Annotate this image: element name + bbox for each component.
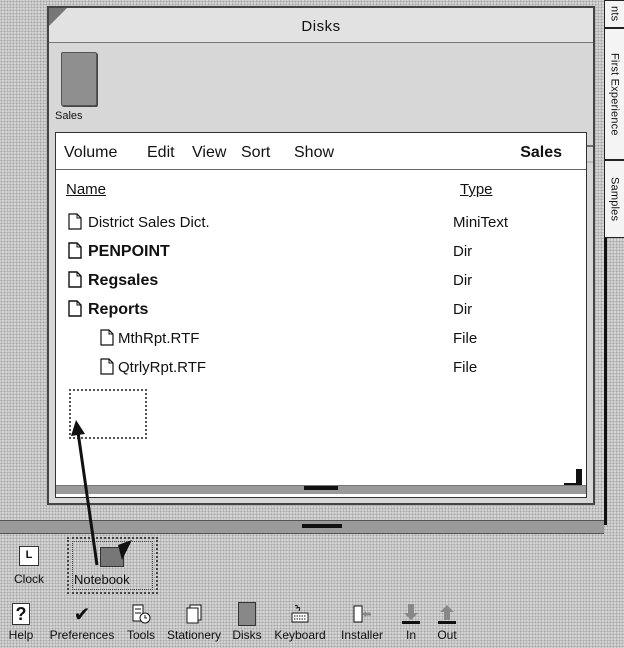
list-item[interactable]: Reports Dir xyxy=(56,298,586,328)
installer-button[interactable]: Installer xyxy=(334,600,390,642)
preferences-button[interactable]: ✔ Preferences xyxy=(44,600,120,643)
tools-label: Tools xyxy=(126,628,155,642)
disk-contents-view: Volume Edit View Sort Show Sales Name Ty… xyxy=(55,132,587,498)
column-header-type[interactable]: Type xyxy=(460,181,493,198)
disk-icon xyxy=(238,602,256,626)
tab-samples[interactable]: Samples xyxy=(604,160,624,238)
menu-sort[interactable]: Sort xyxy=(241,144,270,162)
column-header-name[interactable]: Name xyxy=(66,181,106,198)
notebook-edge xyxy=(604,238,607,525)
notebook-tabs: nts First Experience Samples xyxy=(604,0,624,520)
row-name: QtrlyRpt.RTF xyxy=(118,359,207,376)
row-type: Dir xyxy=(453,272,473,289)
out-box-icon xyxy=(438,605,456,624)
row-name: District Sales Dict. xyxy=(88,214,210,231)
row-name: Regsales xyxy=(88,272,159,289)
row-name: PENPOINT xyxy=(88,243,170,260)
row-type: File xyxy=(453,330,478,347)
tab-first-experience-label: First Experience xyxy=(608,52,621,136)
divider-handle[interactable] xyxy=(302,524,342,528)
row-type: Dir xyxy=(453,301,473,318)
stationery-button[interactable]: Stationery xyxy=(162,600,226,642)
keyboard-icon xyxy=(291,604,309,623)
clock-label: Clock xyxy=(14,572,45,586)
tools-icon xyxy=(132,604,151,624)
clock-icon[interactable]: L xyxy=(19,546,39,566)
tab-samples-label: Samples xyxy=(608,176,621,222)
notebook-label: Notebook xyxy=(74,572,130,587)
folder-document-icon xyxy=(68,242,82,259)
installer-label: Installer xyxy=(340,628,384,642)
out-box-label: Out xyxy=(437,628,457,642)
drop-target-box xyxy=(69,389,147,439)
tab-contents[interactable]: nts xyxy=(604,0,624,28)
sales-volume-label: Sales xyxy=(55,110,83,122)
tab-contents-label: nts xyxy=(608,6,621,22)
keyboard-label: Keyboard xyxy=(274,628,326,642)
in-box-icon xyxy=(402,604,420,624)
document-icon xyxy=(100,358,114,375)
menu-edit[interactable]: Edit xyxy=(147,144,175,162)
keyboard-button[interactable]: Keyboard xyxy=(268,600,332,642)
in-box-button[interactable]: In xyxy=(394,600,428,642)
row-type: MiniText xyxy=(453,214,509,231)
menu-bar: Volume Edit View Sort Show Sales xyxy=(56,133,586,170)
list-item[interactable]: PENPOINT Dir xyxy=(56,240,586,270)
preferences-label: Preferences xyxy=(49,628,115,642)
help-button[interactable]: ? Help xyxy=(2,600,40,642)
disks-window: Disks Sales Volume Edit View Sort Show S… xyxy=(47,6,595,505)
out-box-button[interactable]: Out xyxy=(430,600,464,642)
title-bar[interactable]: Disks xyxy=(49,8,593,43)
folder-document-icon xyxy=(68,300,82,317)
bookshelf-bar: ? Help ✔ Preferences Tools Stationery Di… xyxy=(0,600,604,648)
question-icon: ? xyxy=(12,603,30,625)
tab-first-experience[interactable]: First Experience xyxy=(604,28,624,160)
window-title: Disks xyxy=(301,18,341,35)
row-name: MthRpt.RTF xyxy=(118,330,200,347)
menu-volume[interactable]: Volume xyxy=(64,144,117,162)
checkmark-icon: ✔ xyxy=(73,603,91,626)
row-type: Dir xyxy=(453,243,473,260)
stationery-icon xyxy=(186,604,202,624)
document-title: Sales xyxy=(520,144,562,161)
document-icon xyxy=(100,329,114,346)
volume-icon-area: Sales xyxy=(49,42,593,164)
row-name: Reports xyxy=(88,301,149,318)
row-type: File xyxy=(453,359,478,376)
scroll-thumb[interactable] xyxy=(304,486,338,490)
list-item[interactable]: QtrlyRpt.RTF File xyxy=(56,356,586,386)
menu-view[interactable]: View xyxy=(192,144,226,162)
tools-button[interactable]: Tools xyxy=(122,600,160,642)
in-box-label: In xyxy=(405,628,416,642)
list-item[interactable]: MthRpt.RTF File xyxy=(56,327,586,357)
list-item[interactable]: District Sales Dict. MiniText xyxy=(56,211,586,241)
disks-button[interactable]: Disks xyxy=(228,600,266,642)
bookshelf-divider[interactable] xyxy=(0,520,604,534)
notebook-icon[interactable] xyxy=(100,547,124,567)
folder-document-icon xyxy=(68,271,82,288)
installer-icon xyxy=(353,605,371,623)
stationery-label: Stationery xyxy=(166,628,222,642)
sales-volume-icon[interactable] xyxy=(61,52,97,106)
list-item[interactable]: Regsales Dir xyxy=(56,269,586,299)
help-label: Help xyxy=(8,628,34,642)
menu-show[interactable]: Show xyxy=(294,144,334,162)
document-icon xyxy=(68,213,82,230)
disks-label: Disks xyxy=(232,628,262,642)
bottom-scroll-bar[interactable] xyxy=(56,485,586,494)
